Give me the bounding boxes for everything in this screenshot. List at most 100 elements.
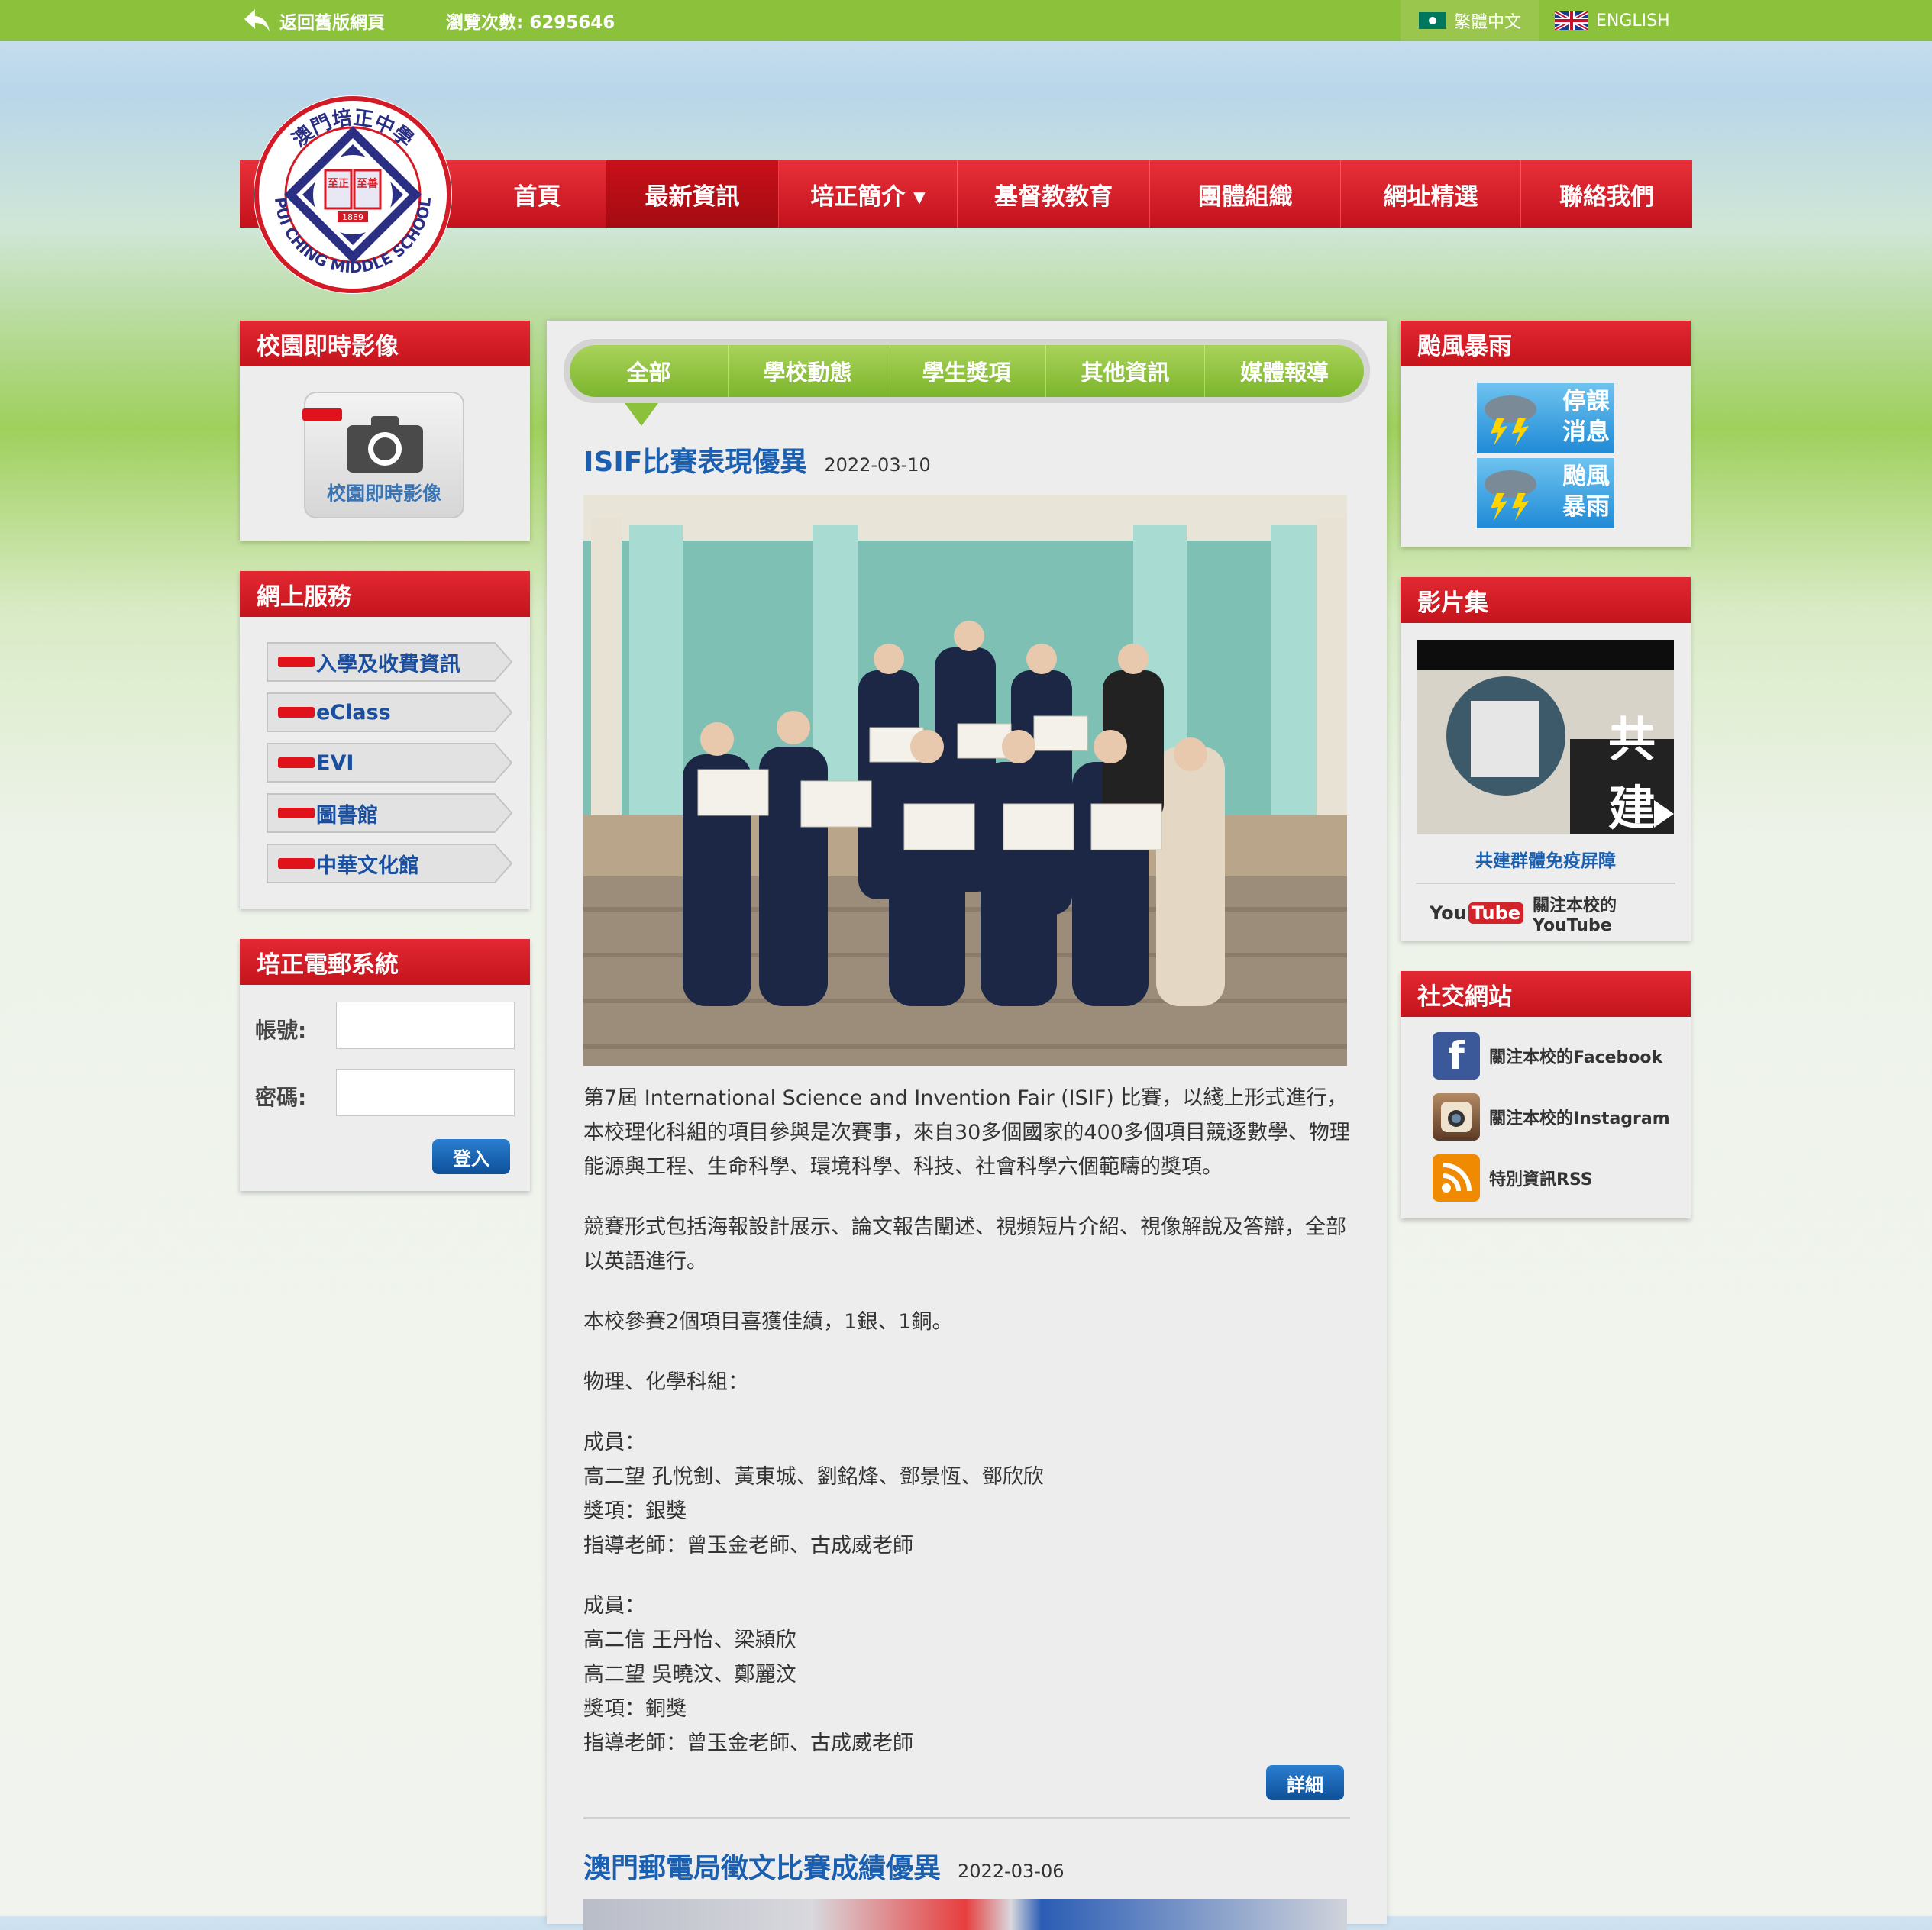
campus-camera-button-label: 校園即時影像 <box>326 482 441 505</box>
details-button[interactable]: 詳細 <box>1266 1765 1344 1800</box>
account-input[interactable] <box>336 1002 515 1049</box>
password-input[interactable] <box>336 1069 515 1116</box>
online-services-panel: 網上服務 入學及收費資訊 eClass EVI 圖書館 中華文化館 <box>240 571 530 909</box>
post-divider <box>583 1817 1350 1819</box>
nav-latest-news[interactable]: 最新資訊 <box>606 160 779 228</box>
post-paragraph: 第7屆 International Science and Invention … <box>583 1086 1350 1179</box>
post-date: 2022-03-10 <box>824 454 931 476</box>
service-eclass[interactable]: eClass <box>266 692 515 733</box>
post-body: 第7屆 International Science and Invention … <box>583 1081 1355 1786</box>
tab-student-awards[interactable]: 學生獎項 <box>887 345 1046 397</box>
campus-camera-panel: 校園即時影像 校園即時影像 <box>240 321 530 541</box>
group-line: 指導老師：曾玉金老師、古成威老師 <box>583 1732 913 1755</box>
video-title-link[interactable]: 共建群體免疫屏障 <box>1401 846 1691 872</box>
typhoon-rainstorm-label: 颱風 暴雨 <box>1562 463 1610 521</box>
facebook-label: 關注本校的Facebook <box>1489 1048 1663 1067</box>
facebook-link[interactable]: f 關注本校的Facebook <box>1433 1032 1662 1080</box>
storm-cloud-icon <box>1485 395 1536 446</box>
nav-christian-education[interactable]: 基督教教育 <box>958 160 1150 228</box>
youtube-follow-link[interactable]: You Tube 關注本校的YouTube <box>1430 896 1691 935</box>
post-paragraph: 物理、化學科組： <box>583 1370 748 1394</box>
active-tab-pointer <box>625 403 658 426</box>
login-button[interactable]: 登入 <box>432 1139 510 1174</box>
instagram-link[interactable]: 關注本校的Instagram <box>1433 1093 1670 1141</box>
red-tag-decoration <box>278 757 315 768</box>
red-tag-decoration <box>278 657 315 667</box>
lang-en-label: ENGLISH <box>1596 11 1670 31</box>
rss-link[interactable]: 特別資訊RSS <box>1433 1154 1593 1202</box>
youtube-follow-label: 關注本校的YouTube <box>1533 896 1617 935</box>
video-panel: 影片集 共建 共建群體免疫屏障 You Tube 關注本校的YouTube <box>1401 577 1691 941</box>
uk-flag-icon <box>1555 11 1588 30</box>
facebook-icon: f <box>1433 1032 1480 1080</box>
typhoon-panel: 颱風暴雨 停課 消息 颱風 暴雨 <box>1401 321 1691 547</box>
tab-school-news[interactable]: 學校動態 <box>729 345 887 397</box>
logo-year: 1889 <box>342 212 363 222</box>
news-tabs: 全部 學校動態 學生獎項 其他資訊 媒體報導 <box>564 339 1370 426</box>
group-line: 高二信 王丹怡、梁潁欣 <box>583 1628 796 1652</box>
typhoon-rainstorm-button[interactable]: 颱風 暴雨 <box>1477 458 1614 528</box>
nav-home[interactable]: 首頁 <box>469 160 606 228</box>
group-line: 高二望 孔悅釗、黃東城、劉銘烽、鄧景恆、鄧欣欣 <box>583 1465 1044 1489</box>
post-title-link[interactable]: 澳門郵電局徵文比賽成績優異 <box>583 1846 941 1886</box>
rss-label: 特別資訊RSS <box>1489 1170 1593 1189</box>
email-login-panel: 培正電郵系統 帳號: 密碼: 登入 <box>240 939 530 1191</box>
service-admission[interactable]: 入學及收費資訊 <box>266 641 515 683</box>
red-tag-decoration <box>278 808 315 818</box>
group-line: 指導老師：曾玉金老師、古成威老師 <box>583 1534 913 1557</box>
post-photo[interactable] <box>583 1899 1347 1930</box>
group-line: 成員： <box>583 1431 645 1454</box>
lang-traditional-chinese[interactable]: 繁體中文 <box>1401 0 1539 41</box>
video-panel-title: 影片集 <box>1401 577 1691 623</box>
class-suspension-button[interactable]: 停課 消息 <box>1477 383 1614 453</box>
tab-other-info[interactable]: 其他資訊 <box>1046 345 1205 397</box>
social-panel-title: 社交網站 <box>1401 971 1691 1017</box>
red-tag-decoration <box>302 408 342 421</box>
award-group-1: 成員： 高二望 孔悅釗、黃東城、劉銘烽、鄧景恆、鄧欣欣 獎項：銀獎 指導老師：曾… <box>583 1425 1355 1563</box>
red-tag-decoration <box>278 858 315 869</box>
news-main: 全部 學校動態 學生獎項 其他資訊 媒體報導 ISIF比賽表現優異 2022-0… <box>547 321 1387 1930</box>
service-label: EVI <box>316 750 354 775</box>
back-arrow-icon <box>244 9 270 31</box>
service-library[interactable]: 圖書館 <box>266 792 515 834</box>
logo-book-right-text: 至善 <box>357 177 378 190</box>
tab-media-reports[interactable]: 媒體報導 <box>1205 345 1364 397</box>
youtube-icon: You Tube <box>1430 902 1524 924</box>
group-line: 獎項：銅獎 <box>583 1697 687 1721</box>
school-logo[interactable]: 至正 至善 1889 澳門培正中學 PUI CHING MIDDLE SCHOO… <box>252 94 454 295</box>
service-evi[interactable]: EVI <box>266 742 515 783</box>
view-counter: 瀏覽次數: 6295646 <box>446 13 615 33</box>
main-nav: 首頁 最新資訊 培正簡介 ▾ 基督教教育 團體組織 網址精選 聯絡我們 <box>240 160 1692 228</box>
nav-contact[interactable]: 聯絡我們 <box>1521 160 1692 228</box>
campus-camera-title: 校園即時影像 <box>240 321 530 366</box>
group-line: 獎項：銀獎 <box>583 1499 687 1523</box>
camera-icon <box>347 416 423 473</box>
online-services-title: 網上服務 <box>240 571 530 617</box>
lang-tc-label: 繁體中文 <box>1453 13 1521 32</box>
post-header: ISIF比賽表現優異 2022-03-10 <box>583 440 931 479</box>
post-paragraph: 競賽形式包括海報設計展示、論文報告闡述、視頻短片介紹、視像解說及答辯，全部以英語… <box>583 1215 1346 1273</box>
back-to-old-site-link[interactable]: 返回舊版網頁 <box>243 6 385 35</box>
award-group-2: 成員： 高二信 王丹怡、梁潁欣 高二望 吳曉汶、鄭麗汶 獎項：銅獎 指導老師：曾… <box>583 1589 1355 1761</box>
group-line: 成員： <box>583 1594 645 1618</box>
instagram-icon <box>1433 1093 1480 1141</box>
tab-all[interactable]: 全部 <box>570 345 729 397</box>
post-title-link[interactable]: ISIF比賽表現優異 <box>583 440 807 479</box>
account-label: 帳號: <box>255 1018 307 1043</box>
nav-links[interactable]: 網址精選 <box>1341 160 1521 228</box>
back-to-old-site-label: 返回舊版網頁 <box>279 13 385 33</box>
macau-flag-icon <box>1418 12 1446 29</box>
video-thumbnail[interactable]: 共建 <box>1417 640 1674 834</box>
service-label: 中華文化館 <box>316 854 419 878</box>
lang-english[interactable]: ENGLISH <box>1555 0 1677 41</box>
nav-organizations[interactable]: 團體組織 <box>1150 160 1341 228</box>
video-thumbnail-text: 共建 <box>1608 712 1656 834</box>
service-label: eClass <box>316 700 391 725</box>
nav-about[interactable]: 培正簡介 ▾ <box>779 160 958 228</box>
class-suspension-label: 停課 消息 <box>1562 388 1610 446</box>
post-photo[interactable] <box>583 495 1347 1066</box>
group-line: 高二望 吳曉汶、鄭麗汶 <box>583 1663 796 1686</box>
post-date: 2022-03-06 <box>958 1861 1065 1882</box>
campus-camera-button[interactable]: 校園即時影像 <box>302 392 464 518</box>
service-chinese-culture[interactable]: 中華文化館 <box>266 843 515 884</box>
